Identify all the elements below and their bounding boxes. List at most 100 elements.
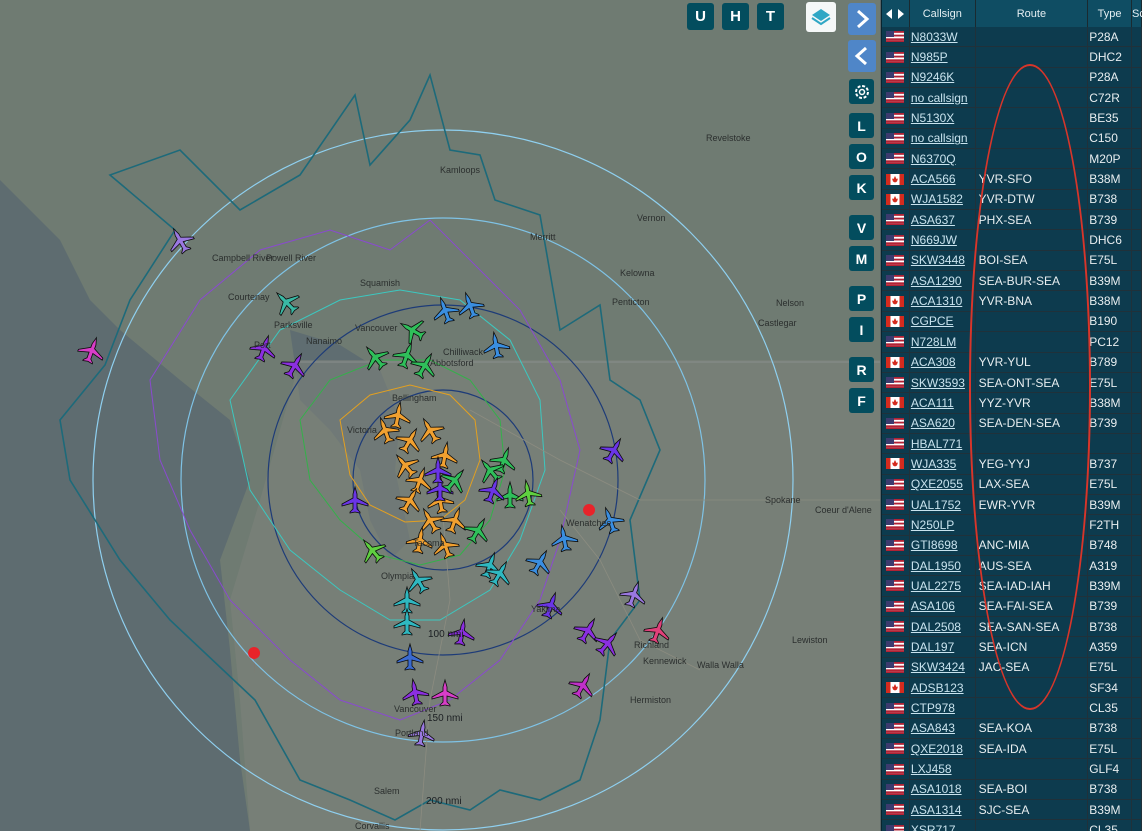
callsign-link[interactable]: ACA111 — [910, 393, 976, 413]
aircraft-icon[interactable] — [162, 222, 198, 258]
table-row[interactable]: SKW3448 BOI-SEA E75L — [882, 250, 1142, 272]
layers-button[interactable] — [806, 2, 836, 32]
aircraft-icon[interactable] — [430, 440, 460, 470]
toggle-i-button[interactable]: I — [849, 317, 874, 342]
aircraft-icon[interactable] — [513, 478, 543, 508]
table-row[interactable]: DAL2508 SEA-SAN-SEA B738 — [882, 616, 1142, 638]
table-row[interactable]: ASA106 SEA-FAI-SEA B739 — [882, 596, 1142, 617]
toggle-v-button[interactable]: V — [849, 215, 874, 240]
column-header-type[interactable]: Type — [1088, 0, 1132, 27]
callsign-link[interactable]: DAL2508 — [910, 616, 976, 637]
aircraft-icon[interactable] — [431, 678, 459, 707]
toggle-l-button[interactable]: L — [849, 113, 874, 138]
table-row[interactable]: ASA1290 SEA-BUR-SEA B39M — [882, 271, 1142, 292]
callsign-link[interactable]: GTI8698 — [910, 535, 976, 555]
table-row[interactable]: no callsign C72R — [882, 88, 1142, 109]
callsign-link[interactable]: N985P — [910, 47, 976, 67]
callsign-link[interactable]: CTP978 — [910, 698, 976, 718]
table-row[interactable]: QXE2055 LAX-SEA E75L — [882, 474, 1142, 495]
collapse-panel-button[interactable] — [848, 40, 876, 72]
column-resize-button[interactable] — [882, 0, 910, 27]
table-row[interactable]: N8033W P28A — [882, 27, 1142, 48]
table-row[interactable]: ADSB123 SF34 — [882, 678, 1142, 699]
callsign-link[interactable]: XSR717 — [910, 820, 976, 831]
callsign-link[interactable]: UAL2275 — [910, 576, 976, 596]
callsign-link[interactable]: N6370Q — [910, 149, 976, 169]
table-row[interactable]: ASA1314 SJC-SEA B39M — [882, 800, 1142, 821]
aircraft-icon[interactable] — [412, 412, 448, 448]
aircraft-icon[interactable] — [75, 333, 108, 366]
aircraft-icon[interactable] — [400, 677, 430, 707]
aircraft-icon[interactable] — [383, 400, 413, 430]
callsign-link[interactable]: no callsign — [910, 128, 976, 149]
aircraft-icon[interactable] — [565, 667, 601, 703]
map-view[interactable]: Kamloops Revelstoke Vernon Merritt Kelow… — [0, 0, 880, 831]
aircraft-icon[interactable] — [392, 482, 428, 518]
table-row[interactable]: N728LM PC12 — [882, 332, 1142, 353]
callsign-link[interactable]: N8033W — [910, 27, 976, 47]
table-row[interactable]: ASA620 SEA-DEN-SEA B739 — [882, 413, 1142, 434]
table-row[interactable]: N5130X BE35 — [882, 108, 1142, 129]
toggle-u-button[interactable]: U — [687, 3, 714, 30]
settings-button[interactable] — [849, 79, 874, 104]
table-row[interactable]: WJA335 YEG-YYJ B737 — [882, 454, 1142, 475]
callsign-link[interactable]: QXE2018 — [910, 739, 976, 759]
aircraft-table[interactable]: Callsign Route Type Sc N8033W P28A N985P DH… — [881, 0, 1142, 831]
table-row[interactable]: ASA637 PHX-SEA B739 — [882, 210, 1142, 231]
aircraft-icon[interactable] — [396, 642, 424, 671]
table-row[interactable]: no callsign C150 — [882, 128, 1142, 150]
callsign-link[interactable]: QXE2055 — [910, 474, 976, 494]
table-row[interactable]: XSR717 CL35 — [882, 820, 1142, 831]
callsign-link[interactable]: DAL197 — [910, 637, 976, 657]
toggle-r-button[interactable]: R — [849, 357, 874, 382]
table-row[interactable]: LXJ458 GLF4 — [882, 759, 1142, 780]
callsign-link[interactable]: ADSB123 — [910, 678, 976, 698]
aircraft-icon[interactable] — [390, 338, 423, 371]
expand-panel-button[interactable] — [848, 3, 876, 35]
toggle-p-button[interactable]: P — [849, 286, 874, 311]
table-row[interactable]: ACA1310 YVR-BNA B38M — [882, 291, 1142, 312]
callsign-link[interactable]: N728LM — [910, 332, 976, 352]
aircraft-icon[interactable] — [453, 288, 486, 321]
table-row[interactable]: HBAL771 — [882, 433, 1142, 455]
callsign-link[interactable]: ACA1310 — [910, 291, 976, 311]
aircraft-icon[interactable] — [481, 330, 511, 360]
callsign-link[interactable]: N250LP — [910, 515, 976, 535]
table-row[interactable]: UAL2275 SEA-IAD-IAH B39M — [882, 576, 1142, 597]
table-row[interactable]: CGPCE B190 — [882, 311, 1142, 333]
column-header-route[interactable]: Route — [976, 0, 1089, 27]
table-row[interactable]: SKW3424 JAC-SEA E75L — [882, 657, 1142, 678]
table-row[interactable]: N985P DHC2 — [882, 47, 1142, 68]
callsign-link[interactable]: UAL1752 — [910, 494, 976, 515]
aircraft-icon[interactable] — [590, 625, 627, 662]
callsign-link[interactable]: HBAL771 — [910, 433, 976, 454]
callsign-link[interactable]: SKW3593 — [910, 372, 976, 393]
column-header-squawk[interactable]: Sc — [1132, 0, 1142, 27]
callsign-link[interactable]: N5130X — [910, 108, 976, 128]
callsign-link[interactable]: LXJ458 — [910, 759, 976, 779]
table-row[interactable]: ACA111 YYZ-YVR B38M — [882, 393, 1142, 414]
aircraft-icon[interactable] — [522, 544, 558, 580]
callsign-link[interactable]: ASA1018 — [910, 779, 976, 800]
toggle-k-button[interactable]: K — [849, 175, 874, 200]
table-row[interactable]: QXE2018 SEA-IDA E75L — [882, 739, 1142, 760]
callsign-link[interactable]: SKW3448 — [910, 250, 976, 271]
aircraft-icon[interactable] — [476, 473, 509, 506]
table-row[interactable]: UAL1752 EWR-YVR B39M — [882, 494, 1142, 516]
callsign-link[interactable]: DAL1950 — [910, 555, 976, 576]
table-row[interactable]: N669JW DHC6 — [882, 230, 1142, 251]
callsign-link[interactable]: ASA106 — [910, 596, 976, 616]
callsign-link[interactable]: SKW3424 — [910, 657, 976, 677]
callsign-link[interactable]: ACA308 — [910, 352, 976, 372]
aircraft-layer[interactable] — [0, 0, 880, 831]
callsign-link[interactable]: CGPCE — [910, 311, 976, 332]
aircraft-icon[interactable] — [357, 339, 394, 376]
table-row[interactable]: WJA1582 YVR-DTW B738 — [882, 189, 1142, 211]
table-row[interactable]: N9246K P28A — [882, 67, 1142, 89]
aircraft-icon[interactable] — [277, 347, 313, 383]
toggle-m-button[interactable]: M — [849, 246, 874, 271]
toggle-t-button[interactable]: T — [757, 3, 784, 30]
aircraft-icon[interactable] — [596, 432, 632, 468]
table-row[interactable]: N6370Q M20P — [882, 149, 1142, 170]
table-row[interactable]: DAL1950 AUS-SEA A319 — [882, 555, 1142, 577]
